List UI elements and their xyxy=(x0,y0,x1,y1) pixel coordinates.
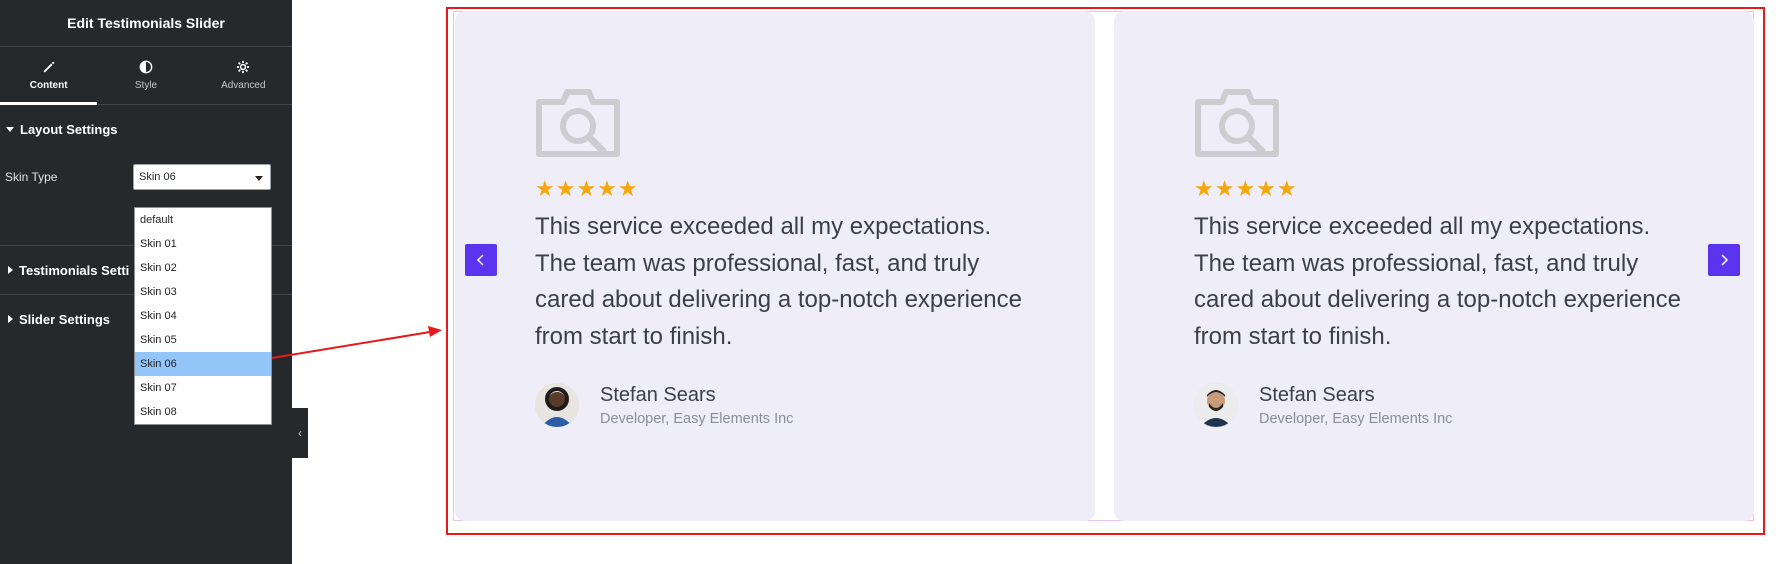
chevron-left-icon xyxy=(476,254,484,266)
image-placeholder-icon xyxy=(1195,89,1279,157)
testimonials-settings-label: Testimonials Setti xyxy=(19,262,130,278)
testimonial-author: Stefan Sears Developer, Easy Elements In… xyxy=(535,383,1035,427)
star-rating: ★★★★★ xyxy=(1194,176,1298,201)
testimonial-card: ★★★★★ This service exceeded all my expec… xyxy=(455,11,1095,521)
contrast-icon xyxy=(139,60,153,74)
layout-settings-toggle[interactable]: Layout Settings xyxy=(0,105,292,153)
pencil-icon xyxy=(43,61,55,73)
skin-type-value: Skin 06 xyxy=(139,171,176,183)
testimonial-card: ★★★★★ This service exceeded all my expec… xyxy=(1114,11,1754,521)
tab-style[interactable]: Style xyxy=(97,47,194,104)
caret-down-icon xyxy=(6,126,14,132)
avatar xyxy=(535,383,579,427)
caret-right-icon xyxy=(8,315,13,323)
skin-option[interactable]: Skin 02 xyxy=(135,256,271,280)
skin-type-control: Skin Type Skin 06 xyxy=(0,163,292,191)
skin-option[interactable]: Skin 08 xyxy=(135,400,271,424)
author-name: Stefan Sears xyxy=(600,383,716,406)
skin-type-select[interactable]: Skin 06 xyxy=(133,164,271,190)
tab-advanced-label: Advanced xyxy=(221,80,266,91)
layout-settings-label: Layout Settings xyxy=(20,121,118,137)
gear-icon xyxy=(237,60,250,74)
skin-option[interactable]: Skin 07 xyxy=(135,376,271,400)
author-name: Stefan Sears xyxy=(1259,383,1375,406)
panel-title: Edit Testimonials Slider xyxy=(0,0,292,47)
slider-settings-label: Slider Settings xyxy=(19,311,111,327)
avatar xyxy=(1194,383,1238,427)
star-rating: ★★★★★ xyxy=(535,176,639,201)
skin-type-label: Skin Type xyxy=(5,170,58,184)
caret-right-icon xyxy=(8,266,13,274)
testimonial-quote: This service exceeded all my expectation… xyxy=(535,213,1022,350)
slider-next-button[interactable] xyxy=(1708,244,1740,276)
chevron-down-icon xyxy=(255,176,263,181)
skin-option[interactable]: Skin 01 xyxy=(135,232,271,256)
skin-option-selected[interactable]: Skin 06 xyxy=(135,352,271,376)
skin-option[interactable]: Skin 03 xyxy=(135,280,271,304)
collapse-panel-button[interactable]: ‹ xyxy=(292,408,308,458)
tab-content[interactable]: Content xyxy=(0,47,98,105)
image-placeholder-icon xyxy=(536,89,620,157)
author-role: Developer, Easy Elements Inc xyxy=(1259,410,1453,427)
tab-style-label: Style xyxy=(134,80,158,91)
skin-option[interactable]: default xyxy=(135,208,271,232)
chevron-right-icon xyxy=(1721,254,1729,266)
testimonial-author: Stefan Sears Developer, Easy Elements In… xyxy=(1194,383,1694,427)
testimonial-quote: This service exceeded all my expectation… xyxy=(1194,213,1681,350)
chevron-left-icon: ‹ xyxy=(298,426,302,440)
tab-content-label: Content xyxy=(29,80,68,91)
panel-tabs: Content Style Advanced xyxy=(0,47,292,105)
slider-prev-button[interactable] xyxy=(465,244,497,276)
tab-advanced[interactable]: Advanced xyxy=(195,47,292,104)
skin-type-dropdown: default Skin 01 Skin 02 Skin 03 Skin 04 … xyxy=(134,207,272,425)
author-role: Developer, Easy Elements Inc xyxy=(600,410,794,427)
skin-option[interactable]: Skin 05 xyxy=(135,328,271,352)
skin-option[interactable]: Skin 04 xyxy=(135,304,271,328)
